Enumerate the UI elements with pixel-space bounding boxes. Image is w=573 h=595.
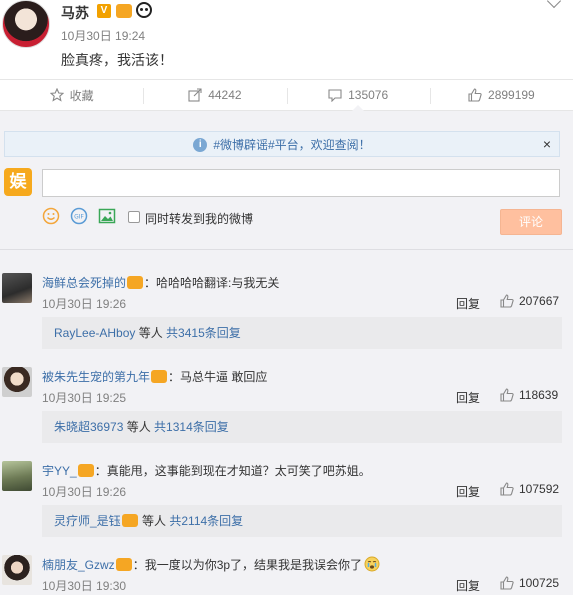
sub-reply-connector: 等人 — [123, 420, 155, 434]
vip-badge-icon — [116, 4, 132, 18]
sub-reply-total-link[interactable]: 共2114条回复 — [169, 514, 243, 528]
like-icon — [500, 576, 514, 590]
like-count: 2899199 — [488, 88, 535, 102]
comment-like-button[interactable]: 107592 — [500, 482, 559, 496]
commenter-name[interactable]: 宇YY_ — [42, 464, 77, 478]
emoji-button[interactable] — [42, 207, 60, 225]
reply-button[interactable]: 回复 — [456, 295, 480, 312]
commenter-name[interactable]: 被朱先生宠的第九年 — [42, 370, 150, 384]
sub-reply-connector: 等人 — [138, 514, 170, 528]
commenter-name[interactable]: 楠朋友_Gzwz — [42, 558, 115, 572]
vip-badge-icon — [151, 370, 168, 383]
comment-text: ：哈哈哈哈翻译:与我无关 — [144, 276, 280, 290]
crying-emoji-icon — [364, 556, 380, 572]
sub-reply-connector: 等人 — [135, 326, 167, 340]
sub-reply-user[interactable]: 灵疗师_是钰 — [54, 514, 121, 528]
vip-badge-icon — [115, 558, 132, 571]
author-name[interactable]: 马苏 — [61, 3, 89, 23]
like-button[interactable]: 2899199 — [429, 80, 573, 110]
comment-text: ：马总牛逼 敢回应 — [168, 370, 268, 384]
reply-button[interactable]: 回复 — [456, 389, 480, 406]
info-icon: i — [193, 137, 208, 152]
like-icon — [500, 294, 514, 308]
comment-like-count: 118639 — [519, 388, 559, 402]
reply-button[interactable]: 回复 — [456, 577, 480, 594]
gif-button[interactable]: GIF — [70, 207, 88, 225]
comment-like-button[interactable]: 100725 — [500, 576, 559, 590]
panda-icon — [136, 2, 152, 18]
image-button[interactable] — [98, 207, 116, 225]
comment-time: 10月30日 19:26 — [42, 485, 127, 499]
commenter-name[interactable]: 海鲜总会死掉的 — [42, 276, 126, 290]
vip-badge-icon — [77, 464, 94, 477]
rumor-notice-banner: i #微博辟谣#平台，欢迎查阅！ × — [4, 131, 560, 157]
comment-text: ：真能甩，这事能到现在才知道？太可笑了吧苏姐。 — [94, 464, 371, 478]
comment-time: 10月30日 19:25 — [42, 391, 127, 405]
svg-text:GIF: GIF — [74, 214, 84, 221]
close-icon[interactable]: × — [543, 132, 551, 156]
sub-replies-summary[interactable]: 灵疗师_是钰 等人 共2114条回复 — [42, 505, 562, 537]
sub-reply-total-link[interactable]: 共1314条回复 — [154, 420, 229, 434]
comment-panel: i #微博辟谣#平台，欢迎查阅！ × 娱 GIF 同时转发到我的微博 评论 海鲜总… — [0, 111, 573, 595]
comment-text: ：我一度以为你3p了，结果我是我误会你了 — [132, 558, 363, 572]
commenter-avatar[interactable] — [2, 367, 32, 397]
comment-like-button[interactable]: 118639 — [500, 388, 558, 402]
comment-time: 10月30日 19:30 — [42, 579, 127, 593]
repost-button[interactable]: 44242 — [143, 80, 286, 110]
sub-reply-total-link[interactable]: 共3415条回复 — [166, 326, 241, 340]
post-text: 脸真疼，我活该！ — [61, 52, 173, 68]
vip-badge-icon — [121, 514, 138, 527]
rumor-hashtag-link[interactable]: #微博辟谣#平台， — [213, 138, 310, 152]
comment-like-count: 100725 — [519, 576, 560, 590]
verified-badge-icon: V — [97, 4, 111, 18]
commenter-avatar[interactable] — [2, 273, 32, 303]
comment-button[interactable]: 135076 — [286, 80, 430, 111]
comment-like-count: 207667 — [519, 294, 560, 308]
favorite-button[interactable]: 收藏 — [0, 80, 143, 110]
comment-icon — [328, 89, 342, 102]
repost-checkbox[interactable] — [128, 211, 140, 223]
like-icon — [500, 388, 514, 402]
commenter-avatar[interactable] — [2, 555, 32, 585]
comment-count: 135076 — [348, 88, 389, 102]
like-icon — [468, 88, 482, 102]
comment-input[interactable] — [42, 169, 560, 197]
comment-like-count: 107592 — [519, 482, 560, 496]
star-icon — [49, 88, 64, 102]
sub-replies-summary[interactable]: RayLee-AHboy 等人 共3415条回复 — [42, 317, 562, 349]
share-icon — [188, 88, 202, 102]
commenter-avatar[interactable] — [2, 461, 32, 491]
reply-button[interactable]: 回复 — [456, 483, 480, 500]
post-header: 马苏 V 10月30日 19:24 脸真疼，我活该！ — [0, 0, 573, 70]
sub-replies-summary[interactable]: 朱晓超36973 等人 共1314条回复 — [42, 411, 562, 443]
repost-count: 44242 — [208, 88, 242, 102]
notice-welcome[interactable]: 欢迎查阅！ — [311, 138, 371, 152]
gif-icon: GIF — [70, 207, 88, 225]
favorite-label: 收藏 — [69, 88, 94, 103]
author-avatar[interactable] — [2, 0, 50, 48]
sub-reply-user[interactable]: 朱晓超36973 — [54, 420, 123, 434]
post-action-bar: 收藏 44242 135076 2899199 — [0, 79, 573, 111]
divider — [0, 249, 573, 250]
like-icon — [500, 482, 514, 496]
post-timestamp[interactable]: 10月30日 19:24 — [61, 27, 145, 44]
comment-time: 10月30日 19:26 — [42, 297, 127, 311]
submit-comment-button[interactable]: 评论 — [500, 209, 562, 235]
current-user-avatar[interactable]: 娱 — [4, 168, 32, 196]
vip-badge-icon — [127, 276, 144, 289]
comment-like-button[interactable]: 207667 — [500, 294, 559, 308]
emoji-icon — [42, 207, 60, 225]
chevron-down-icon[interactable] — [546, 0, 562, 9]
image-icon — [98, 208, 116, 224]
sub-reply-user[interactable]: RayLee-AHboy — [54, 326, 135, 340]
repost-checkbox-label[interactable]: 同时转发到我的微博 — [145, 210, 253, 227]
